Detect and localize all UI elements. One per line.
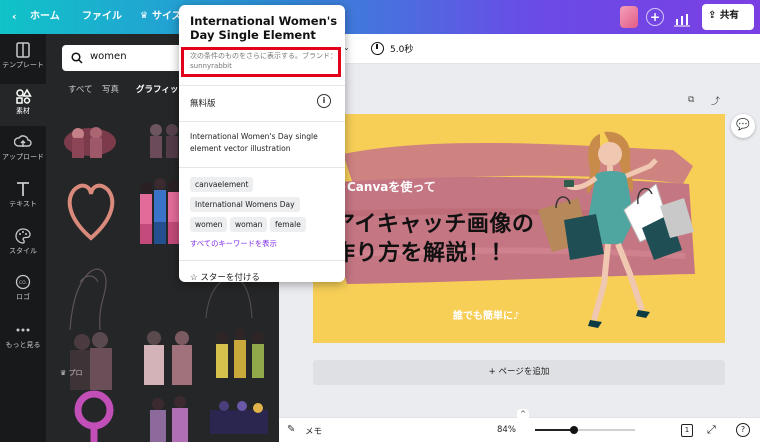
element-info-popup: International Women's Day Single Element…	[179, 5, 345, 282]
tab-photos[interactable]: 写真	[102, 83, 119, 95]
rail-item-logos[interactable]: CO. ロゴ	[0, 270, 46, 312]
element-description: International Women's Day single element…	[190, 132, 318, 153]
workspace: ⌄ 5.0秒 ⧉ ⤴ 💬 Canvaを使って アイキャッチ画像の 作り方を解説！…	[279, 34, 760, 442]
headline-small[interactable]: Canvaを使って	[347, 178, 436, 195]
home-link[interactable]: ホーム	[30, 0, 60, 34]
rail-label: テンプレート	[2, 61, 44, 69]
headline-line-2[interactable]: アイキャッチ画像の	[333, 206, 534, 238]
show-all-keywords-link[interactable]: すべてのキーワードを表示	[190, 239, 277, 249]
design-page[interactable]: Canvaを使って アイキャッチ画像の 作り方を解説！！ 誰でも簡単に♪	[313, 114, 725, 343]
rail-label: ロゴ	[16, 293, 30, 301]
add-page-icon[interactable]: ⤴	[711, 94, 720, 107]
search-value: women	[90, 51, 127, 62]
result-thumbnail[interactable]	[206, 396, 272, 442]
divider	[179, 167, 345, 168]
resize-menu[interactable]: サイズ	[152, 0, 182, 34]
template-icon	[16, 42, 30, 58]
result-thumbnail[interactable]	[62, 174, 120, 244]
brand-filter-link[interactable]: 次の条件のものをさらに表示する。ブランド：sunnyrabbit	[190, 51, 340, 71]
bottom-bar: ✎ メモ ^ 84% 1 ⤢ ?	[279, 409, 760, 442]
back-chevron-icon[interactable]: ‹	[12, 0, 17, 34]
keyword-chip[interactable]: women	[190, 217, 228, 232]
keyword-chip[interactable]: International Womens Day	[190, 197, 300, 212]
search-icon	[71, 52, 83, 64]
rail-item-uploads[interactable]: アップロード	[0, 130, 46, 172]
element-title: International Women's Day Single Element	[190, 14, 338, 42]
comment-add-icon[interactable]: 💬	[731, 114, 755, 138]
pro-badge: ♛ プロ	[60, 369, 83, 377]
star-label: スターを付ける	[200, 273, 260, 282]
text-icon	[17, 182, 29, 196]
zoom-slider-track[interactable]	[535, 426, 635, 434]
pro-badge-label: プロ	[68, 369, 83, 377]
rail-label: アップロード	[2, 153, 44, 161]
side-rail: テンプレート 素材 アップロード テキスト スタイル CO. ロゴ もっと見る	[0, 34, 46, 442]
chevron-up-icon[interactable]: ^	[517, 409, 529, 418]
top-bar: ‹ ホーム ファイル ♛ サイズ + ⇪ 共有	[0, 0, 760, 34]
headline-line-3[interactable]: 作り方を解説！！	[333, 235, 513, 267]
keyword-chip[interactable]: woman	[230, 217, 268, 232]
search-input[interactable]: women	[62, 45, 192, 71]
rail-label: テキスト	[9, 200, 37, 208]
result-thumbnail[interactable]	[60, 116, 120, 164]
result-thumbnail[interactable]	[208, 320, 274, 400]
palette-icon	[15, 228, 31, 244]
canva-editor: ‹ ホーム ファイル ♛ サイズ + ⇪ 共有 テンプレート 素材 アップロード	[0, 0, 760, 442]
elements-icon	[16, 88, 32, 104]
zoom-slider-handle[interactable]	[569, 426, 578, 434]
add-collaborator-plus-icon[interactable]: +	[646, 8, 664, 26]
editor-toolbar: ⌄ 5.0秒	[279, 34, 760, 64]
tab-all[interactable]: すべて	[68, 83, 93, 95]
duplicate-page-icon[interactable]: ⧉	[688, 95, 694, 105]
rail-label: 素材	[16, 107, 30, 115]
rail-item-styles[interactable]: スタイル	[0, 224, 46, 266]
add-page-button[interactable]: + ページを追加	[313, 360, 725, 385]
divider	[179, 121, 345, 122]
crown-icon: ♛	[140, 11, 149, 21]
rail-label: スタイル	[9, 247, 37, 255]
analytics-icon[interactable]	[674, 8, 694, 27]
svg-text:CO.: CO.	[19, 280, 27, 286]
keyword-chip[interactable]: canvaelement	[190, 177, 254, 192]
rail-item-more[interactable]: もっと見る	[0, 318, 46, 360]
result-thumbnail[interactable]	[138, 390, 200, 442]
license-label: 無料版	[190, 99, 216, 109]
help-icon[interactable]: ?	[736, 423, 750, 437]
rail-item-text[interactable]: テキスト	[0, 177, 46, 219]
avatar[interactable]	[620, 6, 638, 28]
subheadline[interactable]: 誰でも簡単に♪	[453, 307, 519, 322]
result-thumbnail[interactable]	[68, 388, 120, 442]
upload-icon	[14, 135, 32, 147]
notes-label[interactable]: メモ	[305, 425, 322, 437]
notes-icon[interactable]: ✎	[287, 424, 295, 435]
share-label: 共有	[719, 10, 739, 21]
rail-item-templates[interactable]: テンプレート	[0, 38, 46, 80]
divider	[179, 85, 345, 86]
share-button[interactable]: ⇪ 共有	[702, 4, 754, 30]
star-icon: ☆	[190, 273, 198, 282]
info-icon[interactable]: i	[317, 94, 331, 108]
file-menu[interactable]: ファイル	[82, 0, 122, 34]
page-count-indicator[interactable]: 1	[681, 424, 693, 437]
clock-icon[interactable]	[371, 42, 384, 55]
result-thumbnail[interactable]	[132, 320, 204, 400]
keyword-chip[interactable]: female	[270, 217, 306, 232]
zoom-level[interactable]: 84%	[497, 425, 516, 435]
fullscreen-icon[interactable]: ⤢	[707, 423, 716, 437]
divider	[179, 260, 345, 261]
share-icon: ⇪	[708, 10, 717, 21]
duration-label[interactable]: 5.0秒	[390, 42, 413, 55]
logo-icon: CO.	[15, 274, 31, 290]
shopping-woman-illustration[interactable]	[538, 124, 698, 342]
star-button[interactable]: ☆ スターを付ける	[190, 271, 260, 282]
more-icon	[16, 328, 30, 332]
rail-label: もっと見る	[5, 341, 41, 349]
rail-item-elements[interactable]: 素材	[0, 84, 46, 126]
zoom-slider-fill	[535, 429, 574, 431]
